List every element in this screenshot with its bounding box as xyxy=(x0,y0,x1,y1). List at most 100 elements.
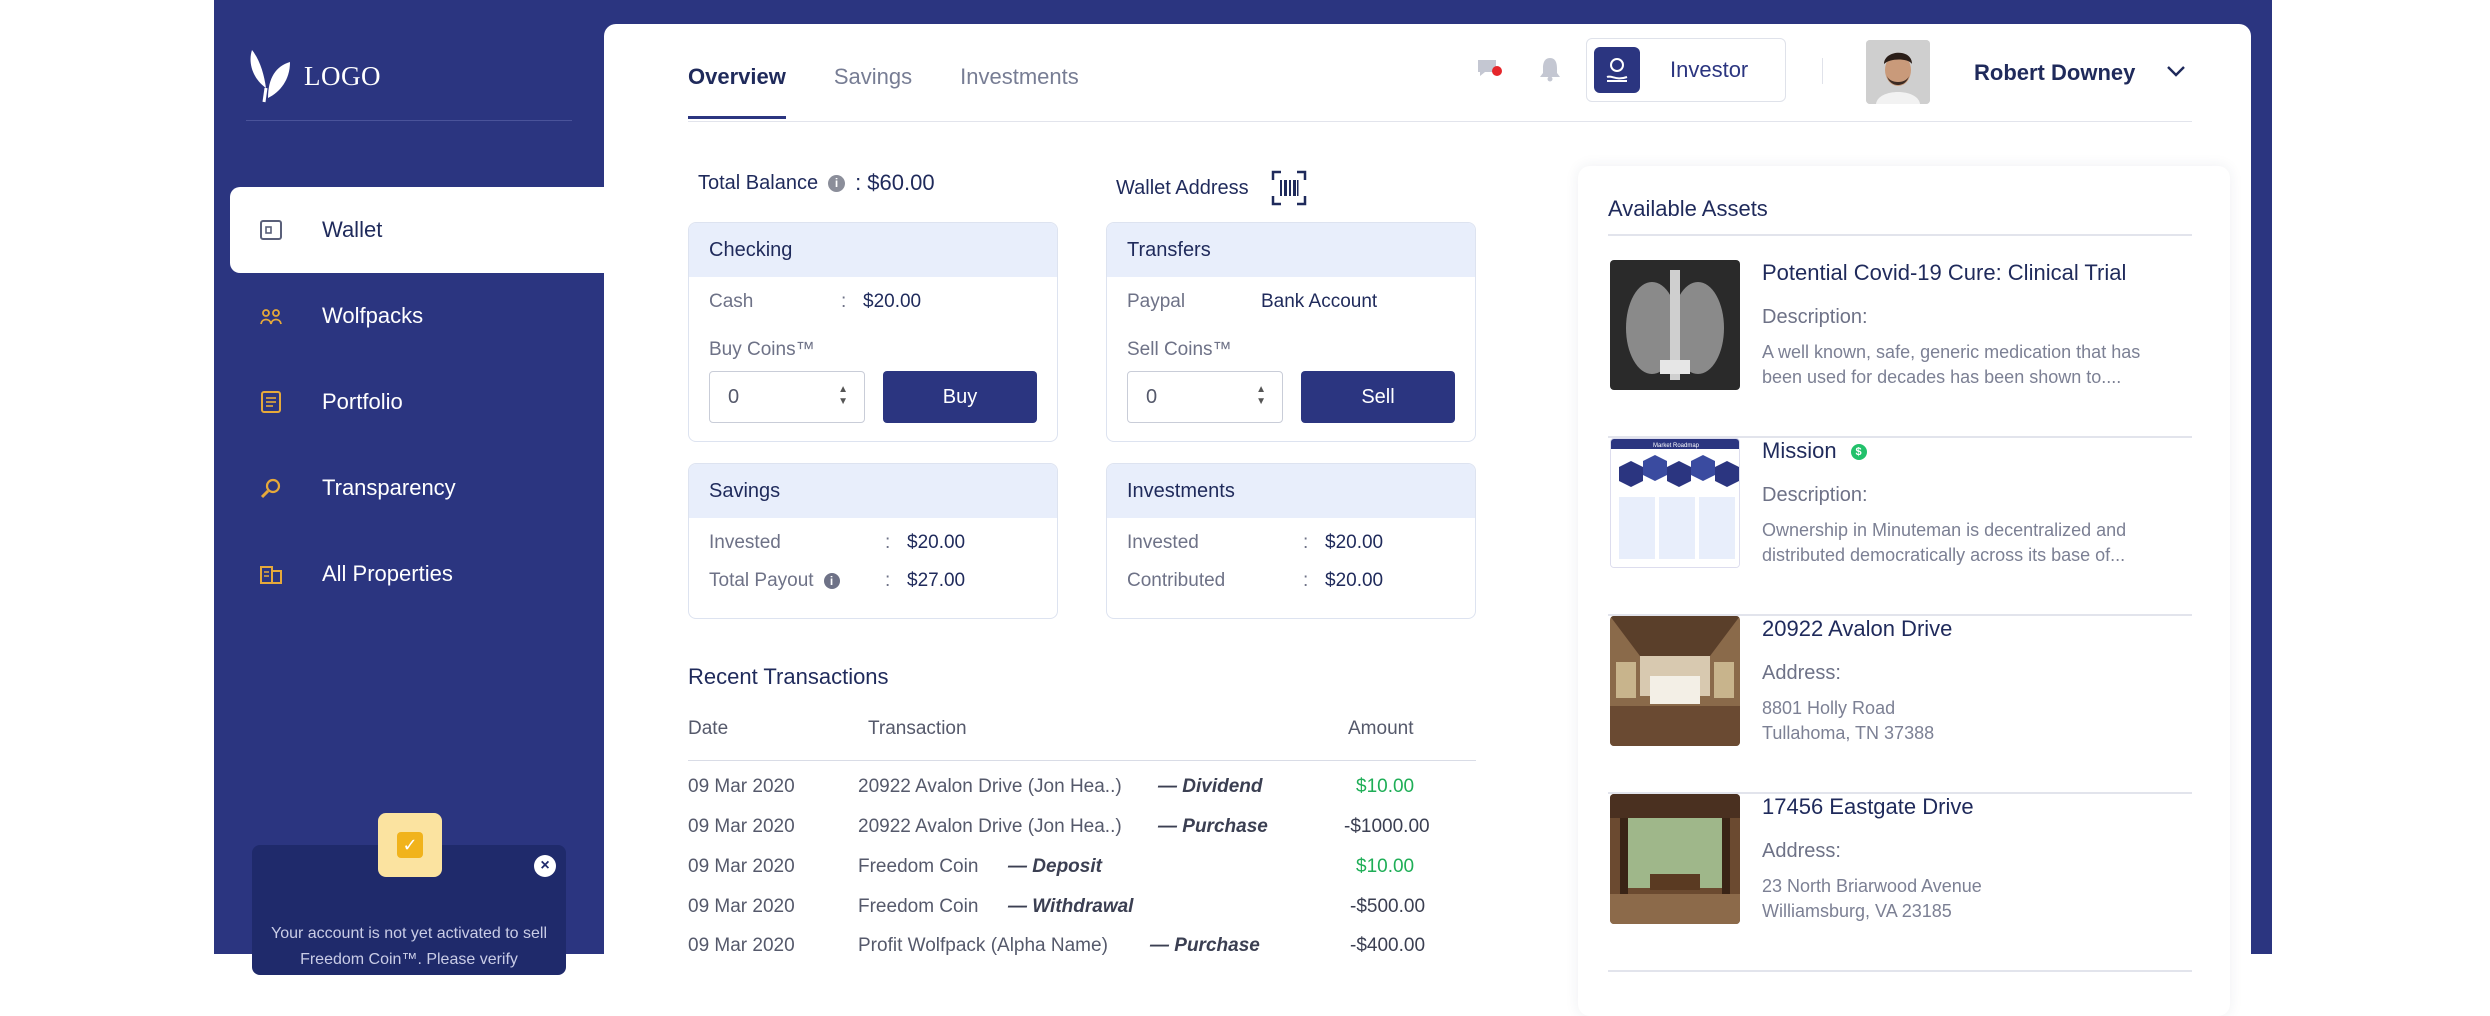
table-row[interactable]: 09 Mar 2020 Freedom Coin — Withdrawal -$… xyxy=(688,896,1488,936)
table-row[interactable]: 09 Mar 2020 Freedom Coin — Deposit $10.0… xyxy=(688,856,1488,896)
asset-line: 23 North Briarwood Avenue xyxy=(1762,876,1982,896)
checking-title: Checking xyxy=(689,223,1057,277)
bedroom-thumbnail xyxy=(1610,616,1740,746)
transfers-card: Transfers Paypal Bank Account Sell Coins… xyxy=(1106,222,1476,442)
chevron-down-icon[interactable] xyxy=(2166,62,2186,83)
paypal-option[interactable]: Paypal xyxy=(1127,291,1185,313)
close-icon[interactable]: × xyxy=(534,855,556,877)
asset-label: Description: xyxy=(1762,306,1868,328)
asset-card[interactable]: 20922 Avalon Drive Address: 8801 Holly R… xyxy=(1608,616,2192,794)
asset-card[interactable]: Potential Covid-19 Cure: Clinical Trial … xyxy=(1608,260,2192,438)
total-payout-colon: : xyxy=(885,570,891,591)
logo-text: LOGO xyxy=(304,60,381,91)
wallet-icon xyxy=(258,217,284,243)
col-date: Date xyxy=(688,718,729,739)
contributed-label: Contributed xyxy=(1127,570,1226,591)
sell-quantity-value: 0 xyxy=(1146,385,1158,408)
tx-amount: -$1000.00 xyxy=(1344,816,1430,837)
sidebar-item-label: Transparency xyxy=(322,475,456,500)
table-row[interactable]: 09 Mar 2020 20922 Avalon Drive (Jon Hea.… xyxy=(688,776,1488,816)
transfers-title: Transfers xyxy=(1107,223,1475,277)
tab-overview[interactable]: Overview xyxy=(688,64,786,119)
tx-kind: — Withdrawal xyxy=(1008,896,1134,917)
contributed-colon: : xyxy=(1303,570,1309,591)
tx-kind: — Deposit xyxy=(1008,856,1102,877)
asset-description: A well known, safe, generic medication t… xyxy=(1762,340,2192,390)
avatar[interactable] xyxy=(1866,40,1930,104)
role-selector[interactable]: Investor xyxy=(1586,38,1786,102)
wallet-address-label: Wallet Address xyxy=(1116,176,1249,199)
buy-button[interactable]: Buy xyxy=(883,371,1037,423)
sidebar-item-wallet[interactable]: Wallet xyxy=(230,187,604,273)
buy-coins-label: Buy Coins™ xyxy=(709,339,815,360)
stepper-arrows-icon[interactable]: ▲ ▼ xyxy=(838,384,848,408)
bell-icon[interactable] xyxy=(1538,56,1562,87)
savings-card: Savings Invested : $20.00 Total Payout i… xyxy=(688,463,1058,619)
user-name[interactable]: Robert Downey xyxy=(1974,60,2135,86)
sidebar-item-label: All Properties xyxy=(322,561,453,586)
sidebar-item-label: Wallet xyxy=(322,217,383,242)
activation-notice: ✓ × Your account is not yet activated to… xyxy=(252,813,566,975)
stepper-arrows-icon[interactable]: ▲ ▼ xyxy=(1256,384,1266,408)
tx-kind: — Dividend xyxy=(1158,776,1263,797)
header-icons xyxy=(1476,56,1562,87)
col-transaction: Transaction xyxy=(868,718,967,739)
sidebar-item-all-properties[interactable]: All Properties xyxy=(230,531,604,617)
sidebar-item-portfolio[interactable]: Portfolio xyxy=(230,359,604,445)
chat-icon[interactable] xyxy=(1476,57,1504,86)
main-panel: Overview Savings Investments Investor Ro… xyxy=(604,24,2251,1016)
sell-quantity-stepper[interactable]: 0 ▲ ▼ xyxy=(1127,371,1283,423)
savings-invested-value: $20.00 xyxy=(907,532,966,553)
tab-savings[interactable]: Savings xyxy=(834,64,912,119)
sidebar: LOGO Wallet Wolfpacks Portfolio Transpar… xyxy=(214,0,604,975)
asset-address: 23 North Briarwood Avenue Williamsburg, … xyxy=(1762,874,2192,924)
table-row[interactable]: 09 Mar 2020 Profit Wolfpack (Alpha Name)… xyxy=(688,935,1488,975)
total-balance: Total Balance i : $60.00 xyxy=(698,170,935,196)
tx-date: 09 Mar 2020 xyxy=(688,896,795,917)
tx-date: 09 Mar 2020 xyxy=(688,776,795,797)
asset-card[interactable]: 17456 Eastgate Drive Address: 23 North B… xyxy=(1608,794,2192,972)
asset-line: A well known, safe, generic medication t… xyxy=(1762,342,2141,362)
investments-card: Investments Invested : $20.00 Contribute… xyxy=(1106,463,1476,619)
table-row[interactable]: 09 Mar 2020 20922 Avalon Drive (Jon Hea.… xyxy=(688,816,1488,856)
asset-address: 8801 Holly Road Tullahoma, TN 37388 xyxy=(1762,696,2192,746)
asset-name-text: Mission xyxy=(1762,438,1837,463)
buy-quantity-value: 0 xyxy=(728,385,740,408)
table-divider xyxy=(688,760,1476,761)
barcode-scan-icon[interactable] xyxy=(1271,170,1307,206)
asset-line: Tullahoma, TN 37388 xyxy=(1762,723,1935,743)
asset-label: Address: xyxy=(1762,662,1841,684)
role-label: Investor xyxy=(1670,57,1749,82)
tx-amount: $10.00 xyxy=(1356,776,1415,797)
investor-hand-icon xyxy=(1594,47,1640,93)
wallet-address: Wallet Address xyxy=(1116,170,1307,206)
magnifier-icon xyxy=(258,475,284,501)
buy-quantity-stepper[interactable]: 0 ▲ ▼ xyxy=(709,371,865,423)
info-icon[interactable]: i xyxy=(828,174,846,192)
buildings-icon xyxy=(258,561,284,587)
assets-divider xyxy=(1608,234,2192,236)
total-balance-value: : $60.00 xyxy=(855,170,935,195)
cash-label: Cash xyxy=(709,291,754,312)
asset-line: Ownership in Minuteman is decentralized … xyxy=(1762,520,2127,540)
total-payout: Total Payout i xyxy=(709,570,850,592)
bank-account-option[interactable]: Bank Account xyxy=(1261,291,1377,313)
tx-desc: Freedom Coin xyxy=(858,856,979,877)
tab-investments[interactable]: Investments xyxy=(960,64,1079,119)
sidebar-item-transparency[interactable]: Transparency xyxy=(230,445,604,531)
logo[interactable]: LOGO xyxy=(246,48,381,104)
total-payout-value: $27.00 xyxy=(907,570,966,591)
tx-desc: 20922 Avalon Drive (Jon Hea..) xyxy=(858,816,1122,837)
tab-bar: Overview Savings Investments xyxy=(688,64,1127,119)
asset-label: Address: xyxy=(1762,840,1841,862)
investments-invested-value: $20.00 xyxy=(1325,532,1384,553)
portfolio-icon xyxy=(258,389,284,415)
sell-button[interactable]: Sell xyxy=(1301,371,1455,423)
sidebar-item-wolfpacks[interactable]: Wolfpacks xyxy=(230,273,604,359)
available-assets-panel: Available Assets Potential Covid-19 Cure… xyxy=(1578,166,2230,1016)
info-icon[interactable]: i xyxy=(823,573,840,589)
porch-thumbnail xyxy=(1610,794,1740,924)
investments-title: Investments xyxy=(1107,464,1475,518)
tx-date: 09 Mar 2020 xyxy=(688,856,795,877)
asset-card[interactable]: Market Roadmap Mission $ Description: Own… xyxy=(1608,438,2192,616)
